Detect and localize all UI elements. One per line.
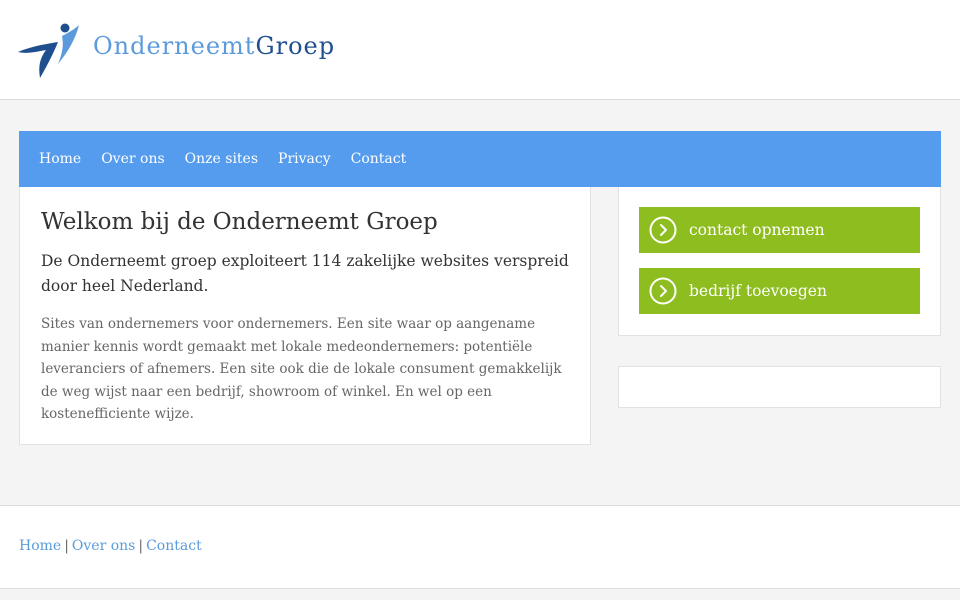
site-footer: Home | Over ons | Contact <box>0 505 960 589</box>
figure-logo-icon[interactable] <box>18 22 80 80</box>
bedrijf-toevoegen-button[interactable]: bedrijf toevoegen <box>639 268 920 314</box>
play-circle-icon <box>649 216 677 244</box>
play-circle-icon <box>649 277 677 305</box>
footer-separator: | <box>138 538 144 554</box>
footer-separator: | <box>64 538 69 554</box>
footer-links: Home | Over ons | Contact <box>19 538 202 554</box>
contact-opnemen-label: contact opnemen <box>689 221 825 239</box>
nav-item-privacy[interactable]: Privacy <box>278 151 331 167</box>
footer-link-home[interactable]: Home <box>19 538 61 554</box>
nav-item-home[interactable]: Home <box>39 151 81 167</box>
bedrijf-toevoegen-label: bedrijf toevoegen <box>689 282 827 300</box>
main-navigation: Home Over ons Onze sites Privacy Contact <box>19 131 941 187</box>
sidebar-empty-card <box>618 366 941 408</box>
intro-lead: De Onderneemt groep exploiteert 114 zake… <box>41 252 569 295</box>
nav-item-onze-sites[interactable]: Onze sites <box>185 151 258 167</box>
contact-opnemen-button[interactable]: contact opnemen <box>639 207 920 253</box>
logo-text[interactable]: OnderneemtGroep <box>93 30 335 62</box>
nav-item-contact[interactable]: Contact <box>351 151 407 167</box>
footer-link-over-ons[interactable]: Over ons <box>72 538 135 554</box>
site-header: OnderneemtGroep <box>0 0 960 100</box>
welcome-card: Welkom bij de Onderneemt Groep De Ondern… <box>19 187 591 445</box>
logo-text-dark: Groep <box>255 32 336 60</box>
sidebar-actions: contact opnemen bedrijf toevoegen <box>618 187 941 336</box>
nav-item-over-ons[interactable]: Over ons <box>101 151 164 167</box>
logo-text-light: Onderneemt <box>93 32 256 60</box>
page-title: Welkom bij de Onderneemt Groep <box>41 209 438 235</box>
footer-link-contact[interactable]: Contact <box>146 538 202 554</box>
intro-body: Sites van ondernemers voor ondernemers. … <box>41 316 562 422</box>
